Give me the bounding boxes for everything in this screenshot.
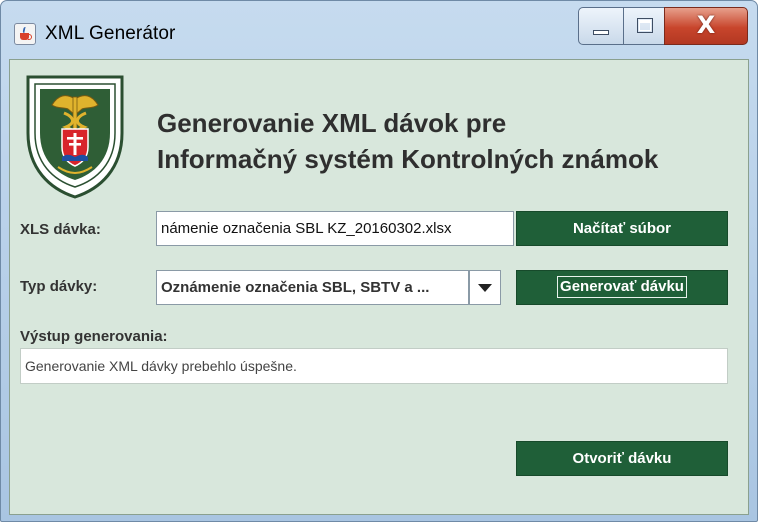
maximize-button[interactable]	[623, 7, 665, 45]
load-file-button[interactable]: Načítať súbor	[516, 211, 728, 246]
window-title: XML Generátor	[45, 23, 176, 44]
output-label: Výstup generovania:	[20, 328, 168, 345]
title-bar[interactable]: XML Generátor X	[1, 1, 757, 59]
page-title: Generovanie XML dávok pre Informačný sys…	[157, 105, 658, 177]
generate-batch-label: Generovať dávku	[557, 276, 687, 298]
batch-type-label: Typ dávky:	[20, 278, 98, 295]
page-title-line-1: Generovanie XML dávok pre	[157, 108, 507, 138]
close-button[interactable]: X	[664, 7, 748, 45]
open-batch-button[interactable]: Otvoriť dávku	[516, 441, 728, 476]
xls-label: XLS dávka:	[20, 221, 101, 238]
main-panel: Generovanie XML dávok pre Informačný sys…	[9, 59, 749, 515]
app-window: XML Generátor X Generovanie XML dávok pr…	[0, 0, 758, 522]
close-icon: X	[696, 11, 716, 39]
output-field[interactable]: Generovanie XML dávky prebehlo úspešne.	[20, 348, 728, 384]
xls-file-field[interactable]: námenie označenia SBL KZ_20160302.xlsx	[156, 211, 514, 246]
chevron-down-icon[interactable]	[469, 270, 501, 305]
batch-type-select[interactable]: Oznámenie označenia SBL, SBTV a ...	[156, 270, 469, 305]
page-title-line-2: Informačný systém Kontrolných známok	[157, 144, 659, 174]
minimize-button[interactable]	[578, 7, 624, 45]
generate-batch-button[interactable]: Generovať dávku	[516, 270, 728, 305]
financial-administration-emblem	[26, 75, 124, 199]
minimize-icon	[593, 30, 609, 35]
maximize-icon	[637, 18, 653, 33]
java-cup-icon[interactable]	[14, 23, 36, 45]
